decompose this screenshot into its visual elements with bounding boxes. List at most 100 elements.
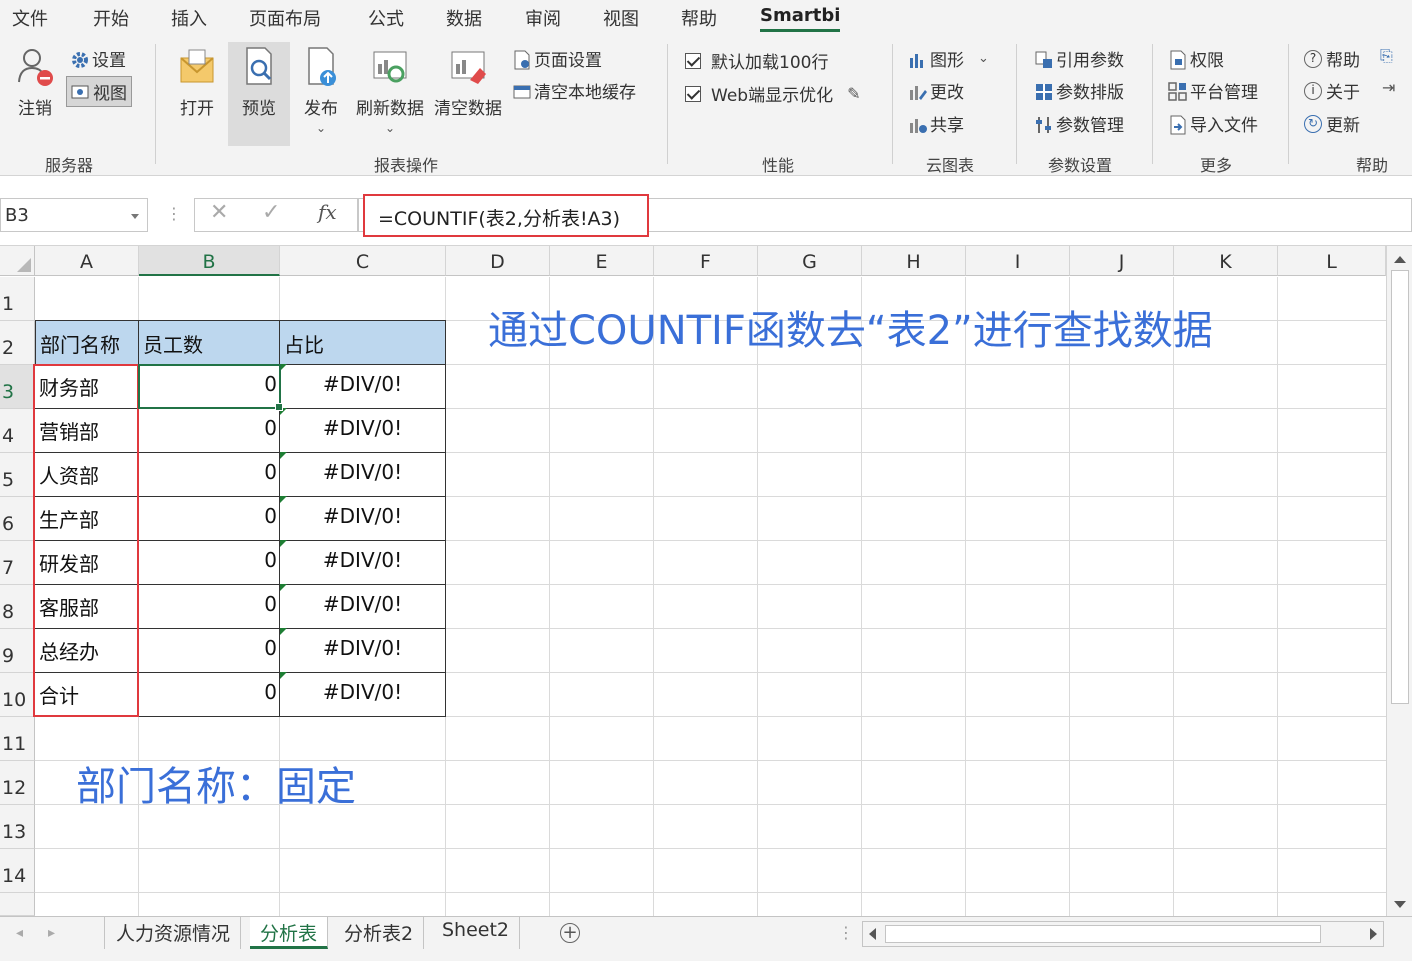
table-cell-count[interactable]: 0 xyxy=(138,628,280,673)
column-header[interactable]: I xyxy=(966,246,1070,276)
table-cell-ratio[interactable]: #DIV/0! xyxy=(279,496,446,541)
table-cell-dept[interactable]: 财务部 xyxy=(35,364,139,409)
menu-tab-home[interactable]: 开始 xyxy=(93,5,129,31)
edit-chart-button[interactable]: 更改 xyxy=(908,78,964,103)
table-cell-dept[interactable]: 研发部 xyxy=(35,540,139,585)
row-header[interactable]: 8 xyxy=(0,585,35,629)
edit-doc-icon[interactable]: ⎘ xyxy=(1380,46,1393,66)
table-cell-ratio[interactable]: #DIV/0! xyxy=(279,672,446,717)
page-setup-button[interactable]: 页面设置 xyxy=(512,46,602,71)
table-cell-dept[interactable]: 生产部 xyxy=(35,496,139,541)
tab-next-icon[interactable]: ▸ xyxy=(48,925,55,941)
menu-tab-file[interactable]: 文件 xyxy=(12,5,48,31)
scroll-left-icon[interactable] xyxy=(869,928,876,940)
row-header[interactable] xyxy=(0,893,35,916)
row-header[interactable]: 12 xyxy=(0,761,35,805)
scroll-right-icon[interactable] xyxy=(1370,928,1377,940)
name-box[interactable]: B3 xyxy=(0,198,148,232)
sheet-tab-sheet2[interactable]: Sheet2 xyxy=(432,917,521,949)
column-header[interactable]: L xyxy=(1278,246,1386,276)
menu-tab-insert[interactable]: 插入 xyxy=(171,5,207,31)
scrollbar-thumb[interactable] xyxy=(1391,270,1409,704)
table-cell-count[interactable]: 0 xyxy=(138,672,280,717)
scrollbar-thumb[interactable] xyxy=(885,925,1321,943)
formula-text[interactable]: =COUNTIF(表2,分析表!A3) xyxy=(378,204,620,231)
column-header[interactable]: C xyxy=(280,246,446,276)
more-dots-icon[interactable]: ⋮ xyxy=(166,204,182,223)
table-cell-dept[interactable]: 营销部 xyxy=(35,408,139,453)
params-manage-button[interactable]: 参数管理 xyxy=(1034,111,1124,136)
table-cell-count[interactable]: 0 xyxy=(138,584,280,629)
logout-button[interactable]: 注销 xyxy=(4,36,66,119)
publish-button[interactable]: 发布 ⌄ xyxy=(290,36,352,135)
table-cell-ratio[interactable]: #DIV/0! xyxy=(279,364,446,409)
table-header-count[interactable]: 员工数 xyxy=(138,320,280,365)
preview-button[interactable]: 预览 xyxy=(228,36,290,119)
table-cell-count[interactable]: 0 xyxy=(138,496,280,541)
row-header[interactable]: 2 xyxy=(0,321,35,365)
table-cell-ratio[interactable]: #DIV/0! xyxy=(279,628,446,673)
refresh-data-button[interactable]: 刷新数据 ⌄ xyxy=(352,36,428,135)
row-header[interactable]: 14 xyxy=(0,849,35,893)
column-header[interactable]: E xyxy=(550,246,654,276)
column-header[interactable]: D xyxy=(446,246,550,276)
menu-tab-data[interactable]: 数据 xyxy=(446,5,482,31)
table-cell-ratio[interactable]: #DIV/0! xyxy=(279,584,446,629)
table-header-ratio[interactable]: 占比 xyxy=(279,320,446,365)
chart-button[interactable]: 图形 ⌄ xyxy=(908,46,989,71)
menu-tab-help[interactable]: 帮助 xyxy=(681,5,717,31)
table-header-dept[interactable]: 部门名称 xyxy=(35,320,139,365)
reference-params-button[interactable]: 引用参数 xyxy=(1034,46,1124,71)
clear-cache-button[interactable]: 清空本地缓存 xyxy=(512,78,636,103)
chevron-down-icon[interactable] xyxy=(131,214,139,219)
row-header[interactable]: 1 xyxy=(0,277,35,321)
column-header[interactable]: A xyxy=(35,246,139,276)
exit-icon[interactable]: ⇥ xyxy=(1382,78,1395,97)
about-button[interactable]: i 关于 xyxy=(1304,78,1360,103)
scroll-up-icon[interactable] xyxy=(1394,256,1406,263)
horizontal-scrollbar[interactable] xyxy=(862,921,1384,947)
menu-tab-review[interactable]: 审阅 xyxy=(525,5,561,31)
clear-data-button[interactable]: 清空数据 xyxy=(430,36,506,119)
table-cell-count[interactable]: 0 xyxy=(138,452,280,497)
import-file-button[interactable]: 导入文件 xyxy=(1168,111,1258,136)
sheet-tab-analysis2[interactable]: 分析表2 xyxy=(334,917,425,949)
table-cell-count[interactable]: 0 xyxy=(138,408,280,453)
table-cell-dept[interactable]: 总经办 xyxy=(35,628,139,673)
table-cell-count[interactable]: 0 xyxy=(138,540,280,585)
row-header[interactable]: 11 xyxy=(0,717,35,761)
column-header[interactable]: F xyxy=(654,246,758,276)
settings-button[interactable]: 设置 xyxy=(70,46,126,71)
permissions-button[interactable]: 权限 xyxy=(1168,46,1224,71)
open-button[interactable]: 打开 xyxy=(166,36,228,119)
menu-tab-page-layout[interactable]: 页面布局 xyxy=(249,5,321,31)
spreadsheet-grid[interactable]: A B C D E F G H I J K L 1 2 3 4 5 6 7 8 … xyxy=(0,246,1386,916)
table-cell-count[interactable]: 0 xyxy=(138,364,280,409)
table-cell-ratio[interactable]: #DIV/0! xyxy=(279,540,446,585)
row-header[interactable]: 9 xyxy=(0,629,35,673)
table-cell-ratio[interactable]: #DIV/0! xyxy=(279,408,446,453)
select-all-corner[interactable] xyxy=(0,246,35,276)
row-header[interactable]: 13 xyxy=(0,805,35,849)
menu-tab-smartbi[interactable]: Smartbi xyxy=(760,5,840,26)
platform-manage-button[interactable]: 平台管理 xyxy=(1168,78,1258,103)
column-header[interactable]: B xyxy=(139,246,280,276)
row-header[interactable]: 3 xyxy=(0,365,35,409)
column-header[interactable]: K xyxy=(1174,246,1278,276)
confirm-icon[interactable]: ✓ xyxy=(262,200,280,225)
update-button[interactable]: ↻ 更新 xyxy=(1304,111,1360,136)
row-header[interactable]: 6 xyxy=(0,497,35,541)
row-header[interactable]: 10 xyxy=(0,673,35,717)
table-cell-dept[interactable]: 合计 xyxy=(35,672,139,717)
row-header[interactable]: 4 xyxy=(0,409,35,453)
sheet-tab-analysis[interactable]: 分析表 xyxy=(250,917,329,949)
more-dots-icon[interactable]: ⋮ xyxy=(838,923,854,942)
menu-tab-formulas[interactable]: 公式 xyxy=(368,5,404,31)
tab-prev-icon[interactable]: ◂ xyxy=(16,925,23,941)
view-button[interactable]: 视图 xyxy=(66,76,132,107)
column-header[interactable]: H xyxy=(862,246,966,276)
scroll-down-icon[interactable] xyxy=(1394,901,1406,908)
column-header[interactable]: G xyxy=(758,246,862,276)
pencil-icon[interactable]: ✎ xyxy=(847,84,860,103)
table-cell-ratio[interactable]: #DIV/0! xyxy=(279,452,446,497)
